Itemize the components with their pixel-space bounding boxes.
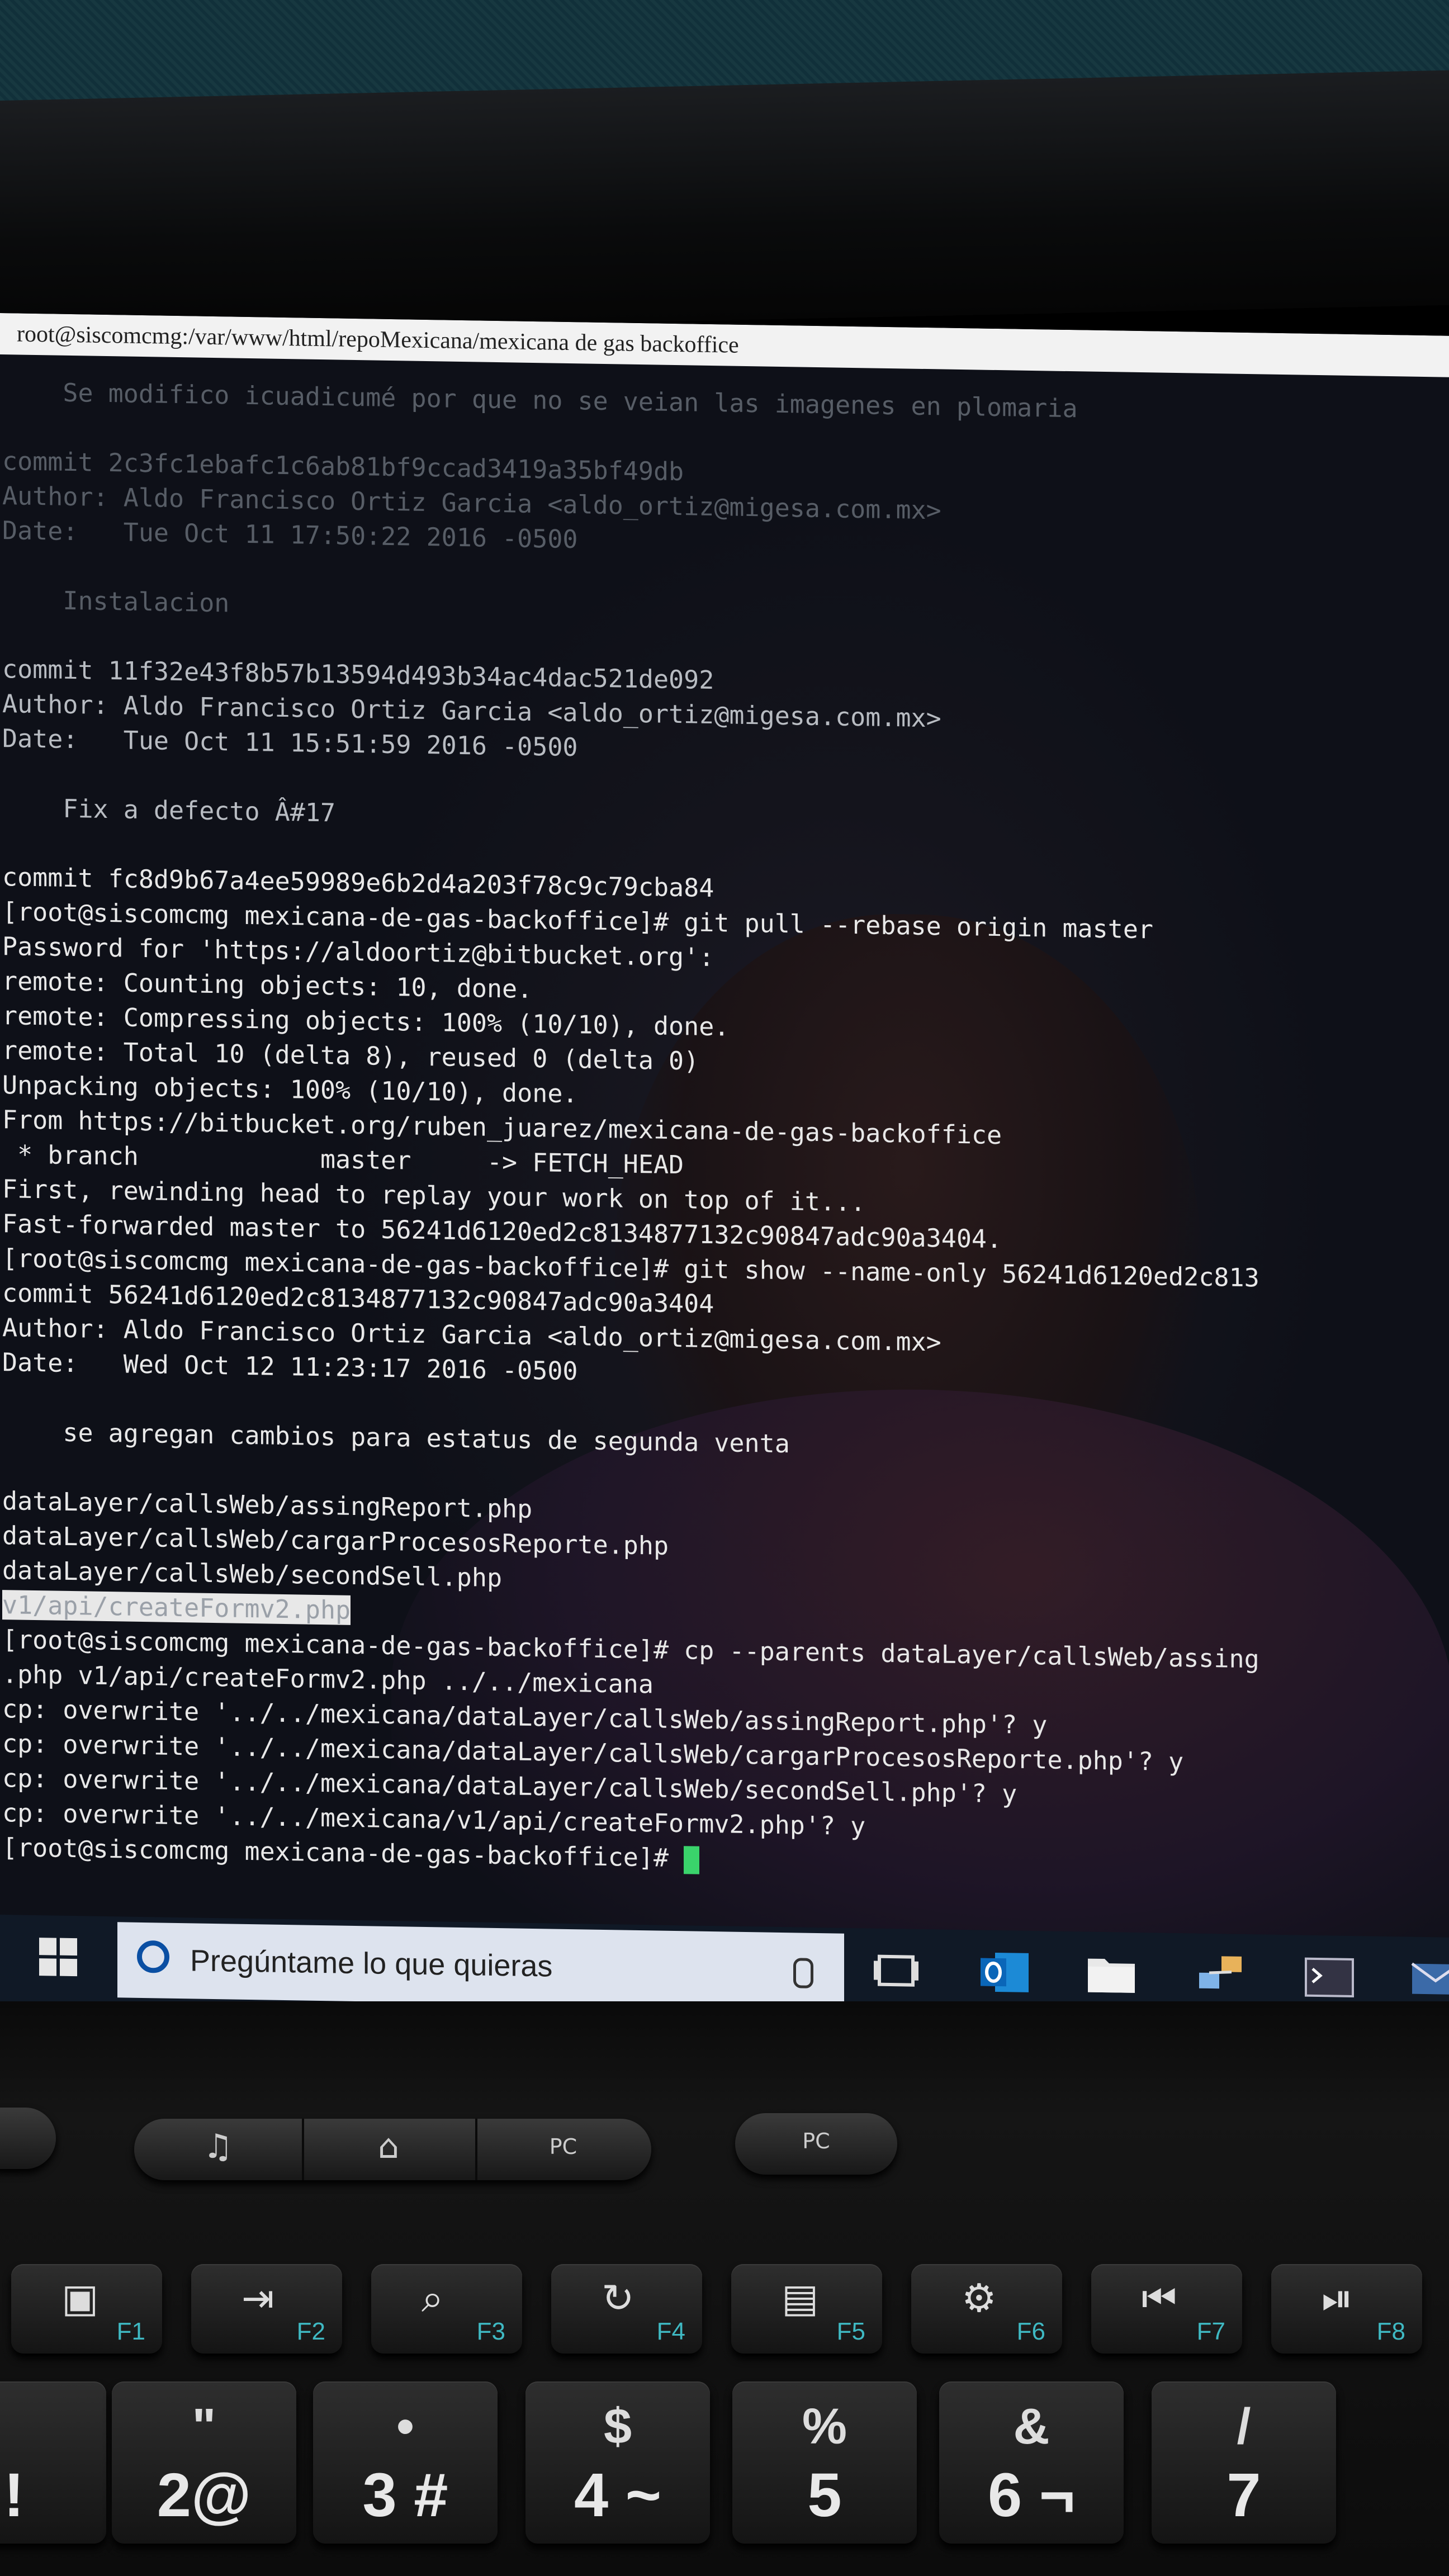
monitor-screen: root@siscomcmg:/var/www/html/repoMexican… [0, 313, 1449, 2024]
number-key[interactable]: ! [0, 2381, 106, 2544]
terminal-line-text: remote: Counting objects: 10, done. [2, 966, 533, 1004]
terminal-line-text: Fix a defecto Â#17 [2, 793, 336, 828]
function-key-icon: ⌕ [422, 2275, 444, 2321]
number-key-shift-label: $ [603, 2399, 632, 2455]
number-key[interactable]: /7 [1152, 2381, 1336, 2544]
number-key[interactable]: " 2@ [112, 2381, 296, 2544]
number-key-label: 7 [1227, 2461, 1261, 2530]
function-key-label: F2 [296, 2318, 325, 2345]
number-key[interactable]: • 3 # [313, 2381, 498, 2544]
terminal-line-text: Date: Tue Oct 11 17:50:22 2016 -0500 [2, 515, 578, 555]
task-view-icon[interactable] [869, 1945, 923, 1996]
function-key-icon: ⚙ [962, 2275, 997, 2321]
function-key-4[interactable]: ↻ F4 [551, 2264, 702, 2354]
terminal-line-text: dataLayer/callsWeb/assingReport.php [2, 1486, 533, 1524]
function-key-icon: ▤ [782, 2275, 819, 2321]
number-key-shift-label: % [802, 2399, 847, 2455]
music-note-icon[interactable]: ♫ [134, 2119, 304, 2180]
network-icon[interactable] [1194, 1950, 1247, 2002]
terminal-window-title[interactable]: root@siscomcmg:/var/www/html/repoMexican… [0, 313, 1449, 377]
power-pc-button[interactable]: PC [735, 2113, 897, 2175]
function-key-5[interactable]: ▤ F5 [731, 2264, 882, 2354]
function-key-label: F5 [836, 2318, 865, 2345]
number-key-shift-label: " [192, 2399, 216, 2455]
search-placeholder: Pregúntame lo que quieras [190, 1944, 553, 1983]
number-key-label: 5 [807, 2461, 842, 2530]
lock-pc-label: PC [549, 2134, 577, 2159]
terminal-cursor[interactable] [684, 1846, 700, 1874]
number-key[interactable]: $4 ~ [525, 2381, 710, 2544]
function-key-label: F4 [656, 2318, 685, 2345]
media-button-left-edge[interactable] [0, 2108, 56, 2169]
number-key[interactable]: % 5 [732, 2381, 917, 2544]
microphone-icon[interactable] [793, 1958, 813, 1988]
function-key-7[interactable]: ⏮ F7 [1091, 2264, 1242, 2354]
number-key-label: 4 ~ [574, 2461, 661, 2530]
cortana-icon [137, 1940, 169, 1973]
function-key-icon: ⏮ [1142, 2275, 1177, 2321]
function-key-label: F6 [1016, 2318, 1045, 2345]
number-key-label: 2@ [157, 2461, 252, 2530]
power-pc-label: PC [802, 2129, 830, 2153]
mail-icon[interactable] [1409, 1954, 1449, 2005]
cortana-search-box[interactable]: Pregúntame lo que quieras [117, 1922, 844, 2009]
function-key-2[interactable]: ⇥ F2 [191, 2264, 342, 2354]
function-key-1[interactable]: ▣ F1 [11, 2264, 162, 2354]
number-key[interactable]: & 6 ¬ [939, 2381, 1124, 2544]
number-key-shift-label: / [1237, 2399, 1251, 2455]
monitor-bezel [0, 70, 1449, 336]
windows-start-icon[interactable] [39, 1938, 78, 1977]
terminal-line-text: dataLayer/callsWeb/secondSell.php [2, 1555, 503, 1593]
function-key-6[interactable]: ⚙ F6 [911, 2264, 1062, 2354]
terminal-icon[interactable] [1303, 1952, 1356, 2004]
function-key-label: F1 [116, 2318, 145, 2345]
function-key-label: F8 [1376, 2318, 1405, 2345]
media-button-group: ♫ ⌂ PC [134, 2119, 651, 2180]
home-icon[interactable]: ⌂ [302, 2119, 477, 2180]
function-key-icon: ⏯ [1322, 2275, 1353, 2321]
function-key-8[interactable]: ⏯ F8 [1271, 2264, 1422, 2354]
outlook-icon[interactable] [978, 1947, 1032, 1998]
power-pc-icon: PC [735, 2113, 897, 2175]
number-key-label: ! [3, 2461, 25, 2530]
file-explorer-icon[interactable] [1085, 1948, 1138, 2000]
function-key-icon: ⇥ [242, 2275, 274, 2321]
terminal-line-text: Date: Tue Oct 11 15:51:59 2016 -0500 [2, 723, 578, 763]
function-key-icon: ▣ [61, 2275, 99, 2321]
number-key-shift-label: • [396, 2399, 414, 2455]
function-key-3[interactable]: ⌕ F3 [371, 2264, 522, 2354]
terminal-output[interactable]: Se modifico icuadicumé por que no se vei… [0, 375, 1449, 1963]
terminal-line-text: v1/api/createFormv2.php [2, 1590, 351, 1625]
terminal-line-text: Unpacking objects: 100% (10/10), done. [2, 1070, 578, 1109]
terminal-line-text: Instalacion [2, 585, 230, 618]
function-key-label: F3 [476, 2318, 505, 2345]
laptop-keyboard-deck: ♫ ⌂ PC PC ▣ F1 ⇥ F2 ⌕ F3 ↻ F4 ▤ F5 ⚙ F6 ⏮ F7 ⏯ F8 ! " 2@ •… [0, 2001, 1449, 2576]
number-key-shift-label: & [1013, 2399, 1050, 2455]
photo-scene: root@siscomcmg:/var/www/html/repoMexican… [0, 0, 1449, 2576]
lock-pc-icon[interactable]: PC [475, 2119, 651, 2180]
number-key-label: 6 ¬ [988, 2461, 1075, 2530]
number-key-label: 3 # [362, 2461, 448, 2530]
terminal-line-text: Date: Wed Oct 12 11:23:17 2016 -0500 [2, 1347, 578, 1386]
function-key-icon: ↻ [602, 2275, 634, 2321]
function-key-label: F7 [1196, 2318, 1225, 2345]
